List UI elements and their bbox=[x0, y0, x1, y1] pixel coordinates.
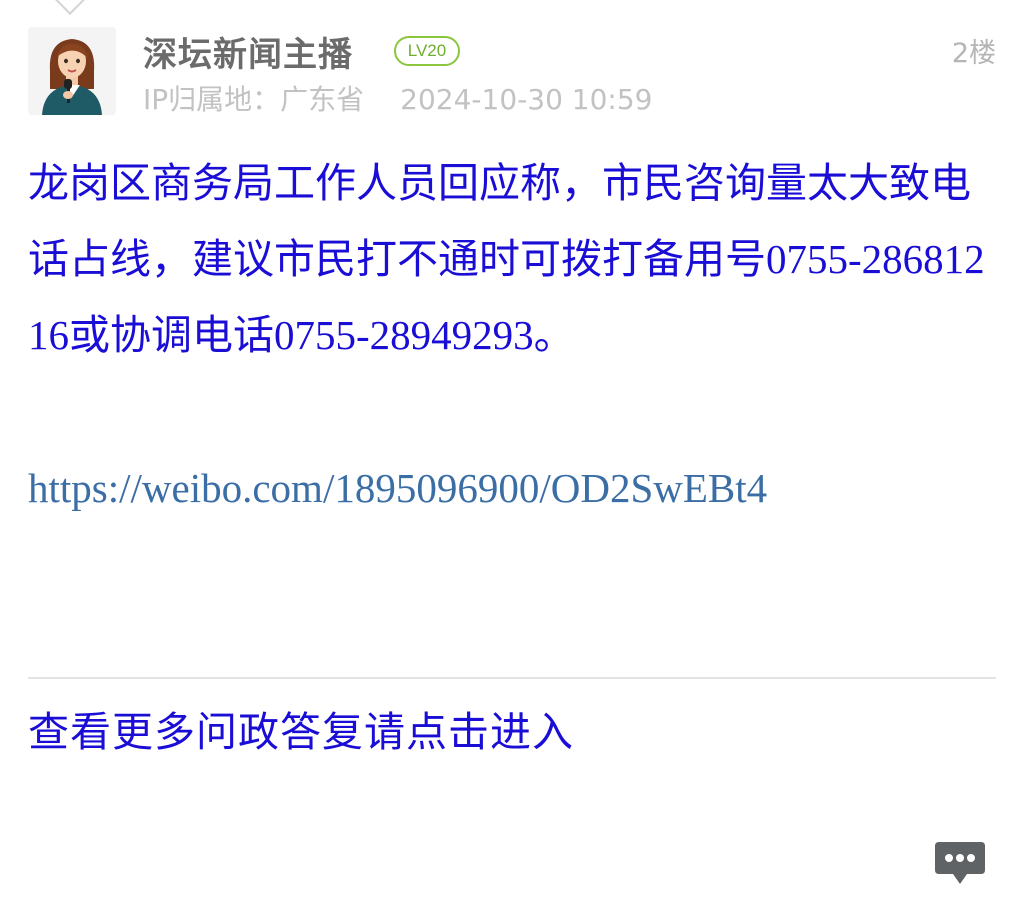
weibo-link[interactable]: https://weibo.com/1895096900/OD2SwEBt4 bbox=[28, 458, 767, 518]
content-text: 或协调电话 bbox=[69, 311, 274, 359]
more-replies-link[interactable]: 查看更多问政答复请点击进入 bbox=[28, 700, 574, 764]
divider bbox=[28, 677, 996, 679]
reply-post: 深坛新闻主播 LV20 2楼 IP归属地：广东省 2024-10-30 10:59… bbox=[0, 0, 1024, 915]
post-meta: IP归属地：广东省 2024-10-30 10:59 bbox=[143, 80, 652, 120]
anchor-avatar-icon bbox=[28, 27, 116, 115]
floor-number: 2楼 bbox=[951, 38, 996, 69]
phone-number-coordination: 0755-28949293 bbox=[274, 312, 534, 358]
post-timestamp: 2024-10-30 10:59 bbox=[400, 83, 653, 116]
post-content: 龙岗区商务局工作人员回应称，市民咨询量太大致电话占线，建议市民打不通时可拨打备用… bbox=[28, 145, 988, 373]
level-badge: LV20 bbox=[394, 36, 460, 66]
author-avatar[interactable] bbox=[28, 27, 116, 115]
chat-button[interactable] bbox=[933, 840, 987, 886]
author-name[interactable]: 深坛新闻主播 bbox=[143, 33, 353, 77]
chat-bubble-icon bbox=[935, 842, 985, 884]
content-text: 。 bbox=[533, 311, 575, 359]
ip-location: IP归属地：广东省 bbox=[143, 83, 365, 116]
